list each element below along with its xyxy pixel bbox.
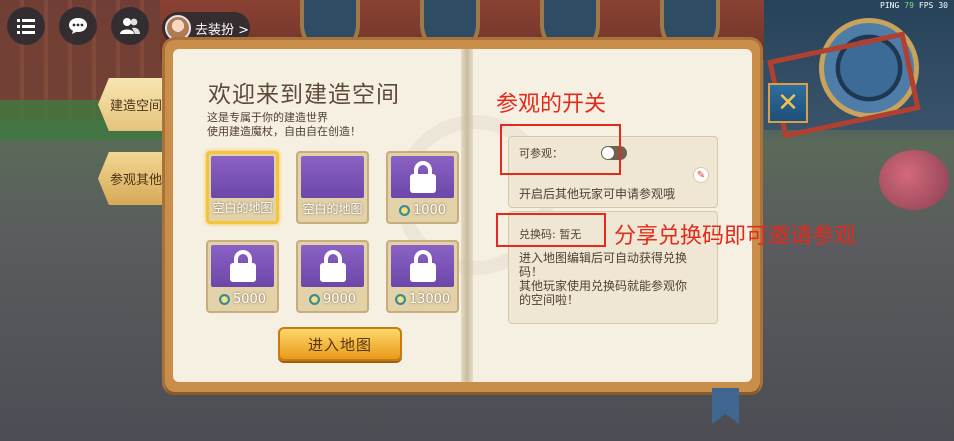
tab-label: 参观其他 [109,173,162,188]
annotation-code-note: 分享兑换码即可邀请参观 [614,224,857,249]
background-tree [879,150,949,210]
ping-label: PING [880,1,900,10]
description-line: 进入地图编辑后可自动获得兑换 [519,251,688,265]
menu-button[interactable] [7,7,45,45]
map-thumbnail [301,245,364,287]
map-thumbnail [211,156,274,198]
map-card-price: 1000 [388,203,457,218]
menu-icon [17,19,35,34]
map-thumbnail [391,245,454,287]
annotation-box-toggle [500,124,621,175]
map-card-locked-13000[interactable]: 13000 [386,240,459,313]
lock-icon [408,161,438,193]
map-card-locked-5000[interactable]: 5000 [206,240,279,313]
redeem-code-description: 进入地图编辑后可自动获得兑换 码！ 其他玩家使用兑换码就能参观你 的空间啦！ [519,251,687,307]
chat-button[interactable] [59,7,97,45]
pencil-icon[interactable]: ✎ [693,167,709,183]
page-title: 欢迎来到建造空间 [208,82,400,108]
price-value: 1000 [412,203,447,218]
tab-build-space[interactable]: 建造空间 [98,78,166,131]
page-description: 这是专属于你的建造世界 使用建造魔杖，自由自在创造！ [207,111,361,139]
map-card-blank-2[interactable]: 空白的地图 [296,151,369,224]
price-value: 9000 [322,292,357,307]
price-value: 5000 [232,292,267,307]
map-card-label: 空白的地图 [212,201,273,215]
avatar [165,15,191,41]
price-value: 13000 [408,292,451,307]
description-line: 这是专属于你的建造世界 [207,111,328,124]
build-space-book: 欢迎来到建造空间 这是专属于你的建造世界 使用建造魔杖，自由自在创造！ 空白的地… [165,40,760,392]
fps-label: FPS [918,1,934,10]
friends-icon [120,18,140,34]
dress-up-label: 去装扮 > [195,22,250,38]
map-card-price: 13000 [388,292,457,307]
ping-value: 79 [904,1,914,10]
map-thumbnail [391,156,454,198]
lock-icon [228,250,258,282]
tab-label: 建造空间 [109,99,162,114]
description-line: 的空间啦！ [519,293,580,307]
tab-visit-others[interactable]: 参观其他 [98,152,166,205]
map-card-blank-1[interactable]: 空白的地图 [206,151,279,224]
close-button[interactable]: ✕ [768,83,808,123]
description-line: 其他玩家使用兑换码就能参观你 [519,279,688,293]
coin-icon [398,205,410,216]
description-line: 使用建造魔杖，自由自在创造！ [207,125,361,138]
map-card-price: 5000 [208,292,277,307]
coin-icon [308,294,320,305]
friends-button[interactable] [111,7,149,45]
lock-icon [408,250,438,282]
map-thumbnail [301,156,364,198]
close-icon: ✕ [777,88,799,118]
coin-icon [218,294,230,305]
annotation-box-code [496,213,606,247]
coin-icon [394,294,406,305]
lock-icon [318,250,348,282]
fps-value: 30 [938,1,948,10]
map-card-price: 9000 [298,292,367,307]
map-thumbnail [211,245,274,287]
description-line: 码！ [519,265,544,279]
network-stats: PING 79 FPS 30 [880,0,948,11]
enter-map-button[interactable]: 进入地图 [278,327,402,361]
map-card-locked-9000[interactable]: 9000 [296,240,369,313]
annotation-toggle-note: 参观的开关 [496,92,607,117]
map-card-locked-1000[interactable]: 1000 [386,151,459,224]
map-card-label: 空白的地图 [302,202,363,216]
chat-bubble-icon [69,18,87,34]
visit-description: 开启后其他玩家可申请参观哦 [519,187,676,201]
